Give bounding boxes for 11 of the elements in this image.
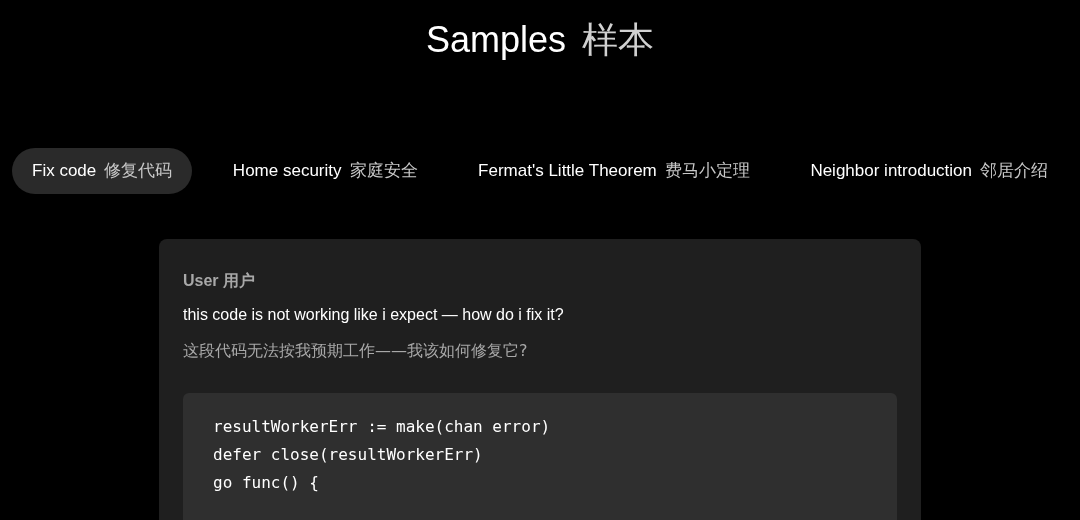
sender-label: User 用户 — [183, 271, 257, 291]
sample-tab[interactable]: Neighbor introduction 邻居介绍 — [790, 148, 1068, 194]
code-line: resultWorkerErr := make(chan error) — [213, 416, 552, 438]
sample-tab[interactable]: Fix code 修复代码 — [12, 148, 193, 194]
message-translation: 这段代码无法按我预期工作——我该如何修复它? — [183, 340, 529, 362]
page-title: Samples 样本 — [425, 18, 655, 62]
code-line: go func() { — [213, 472, 320, 494]
sample-tab[interactable]: Home security 家庭安全 — [212, 148, 438, 194]
sample-tab[interactable]: Fermat's Little Theorem 费马小定理 — [458, 148, 770, 194]
code-line: defer close(resultWorkerErr) — [213, 444, 484, 466]
message-text: this code is not working like i expect — how do i fix it? — [183, 305, 565, 325]
